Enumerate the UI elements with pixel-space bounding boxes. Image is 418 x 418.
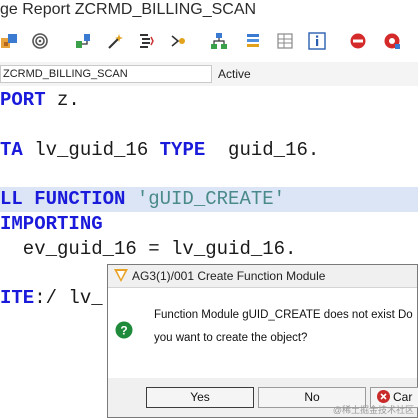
keyword: PORT — [0, 89, 46, 111]
code-text: ev_guid_16 = lv_guid_16. — [0, 238, 297, 260]
keyword: IMPORTING — [0, 213, 103, 235]
program-name-field[interactable]: ZCRMD_BILLING_SCAN — [0, 65, 212, 83]
program-info-bar: ZCRMD_BILLING_SCAN Active — [0, 62, 418, 86]
code-text: :/ lv_ — [34, 287, 103, 309]
pretty-printer-icon[interactable] — [137, 32, 155, 50]
spiral-icon[interactable] — [31, 32, 49, 50]
dialog-title: AG3(1)/001 Create Function Module — [132, 269, 326, 283]
magic-wand-icon[interactable] — [106, 32, 124, 50]
keyword: TA — [0, 139, 23, 161]
table-grid-icon[interactable] — [276, 32, 294, 50]
info-icon[interactable] — [308, 32, 326, 50]
dialog-message-line-1: Function Module gUID_CREATE does not exi… — [154, 309, 413, 321]
stop-icon[interactable] — [349, 32, 367, 50]
dialog-body: ? Function Module gUID_CREATE does not e… — [108, 288, 417, 378]
window-title: ge Report ZCRMD_BILLING_SCAN — [0, 1, 257, 18]
create-function-dialog: AG3(1)/001 Create Function Module ? Func… — [107, 264, 418, 418]
keyword: ITE — [0, 287, 35, 309]
yes-button[interactable]: Yes — [146, 387, 254, 408]
window-title-bar: ge Report ZCRMD_BILLING_SCAN — [0, 0, 418, 22]
code-text: z. — [45, 89, 80, 111]
code-line-4[interactable]: IMPORTING — [0, 212, 418, 237]
dialog-title-bar: AG3(1)/001 Create Function Module — [108, 265, 417, 288]
cancel-x-icon — [377, 390, 390, 403]
question-icon: ? — [115, 321, 133, 339]
where-used-icon[interactable] — [74, 32, 92, 50]
transport-icon[interactable] — [0, 32, 18, 50]
code-line-3[interactable]: LL FUNCTION 'gUID_CREATE' — [0, 187, 418, 212]
debug-icon[interactable] — [383, 32, 401, 50]
navigate-icon[interactable] — [169, 32, 187, 50]
code-line-5[interactable]: ev_guid_16 = lv_guid_16. — [0, 237, 418, 262]
code-text: lv_guid_16 — [22, 139, 160, 161]
keyword: TYPE — [159, 139, 206, 161]
string-literal: 'gUID_CREATE' — [136, 188, 286, 210]
code-line-2[interactable]: TA lv_guid_16 TYPE guid_16. — [0, 138, 418, 163]
stack-icon[interactable] — [244, 32, 262, 50]
cancel-label: Car — [393, 390, 413, 404]
svg-text:?: ? — [120, 324, 127, 338]
code-text: guid_16. — [205, 139, 320, 161]
sap-logo-icon — [114, 269, 128, 282]
keyword: LL FUNCTION — [0, 188, 126, 210]
status-text: Active — [218, 67, 251, 81]
hierarchy-icon[interactable] — [210, 32, 228, 50]
code-line-1[interactable]: PORT z. — [0, 88, 418, 113]
dialog-message-line-2: you want to create the object? — [154, 332, 308, 344]
watermark: @稀土掘金技术社区 — [332, 405, 414, 415]
application-toolbar — [0, 22, 418, 63]
